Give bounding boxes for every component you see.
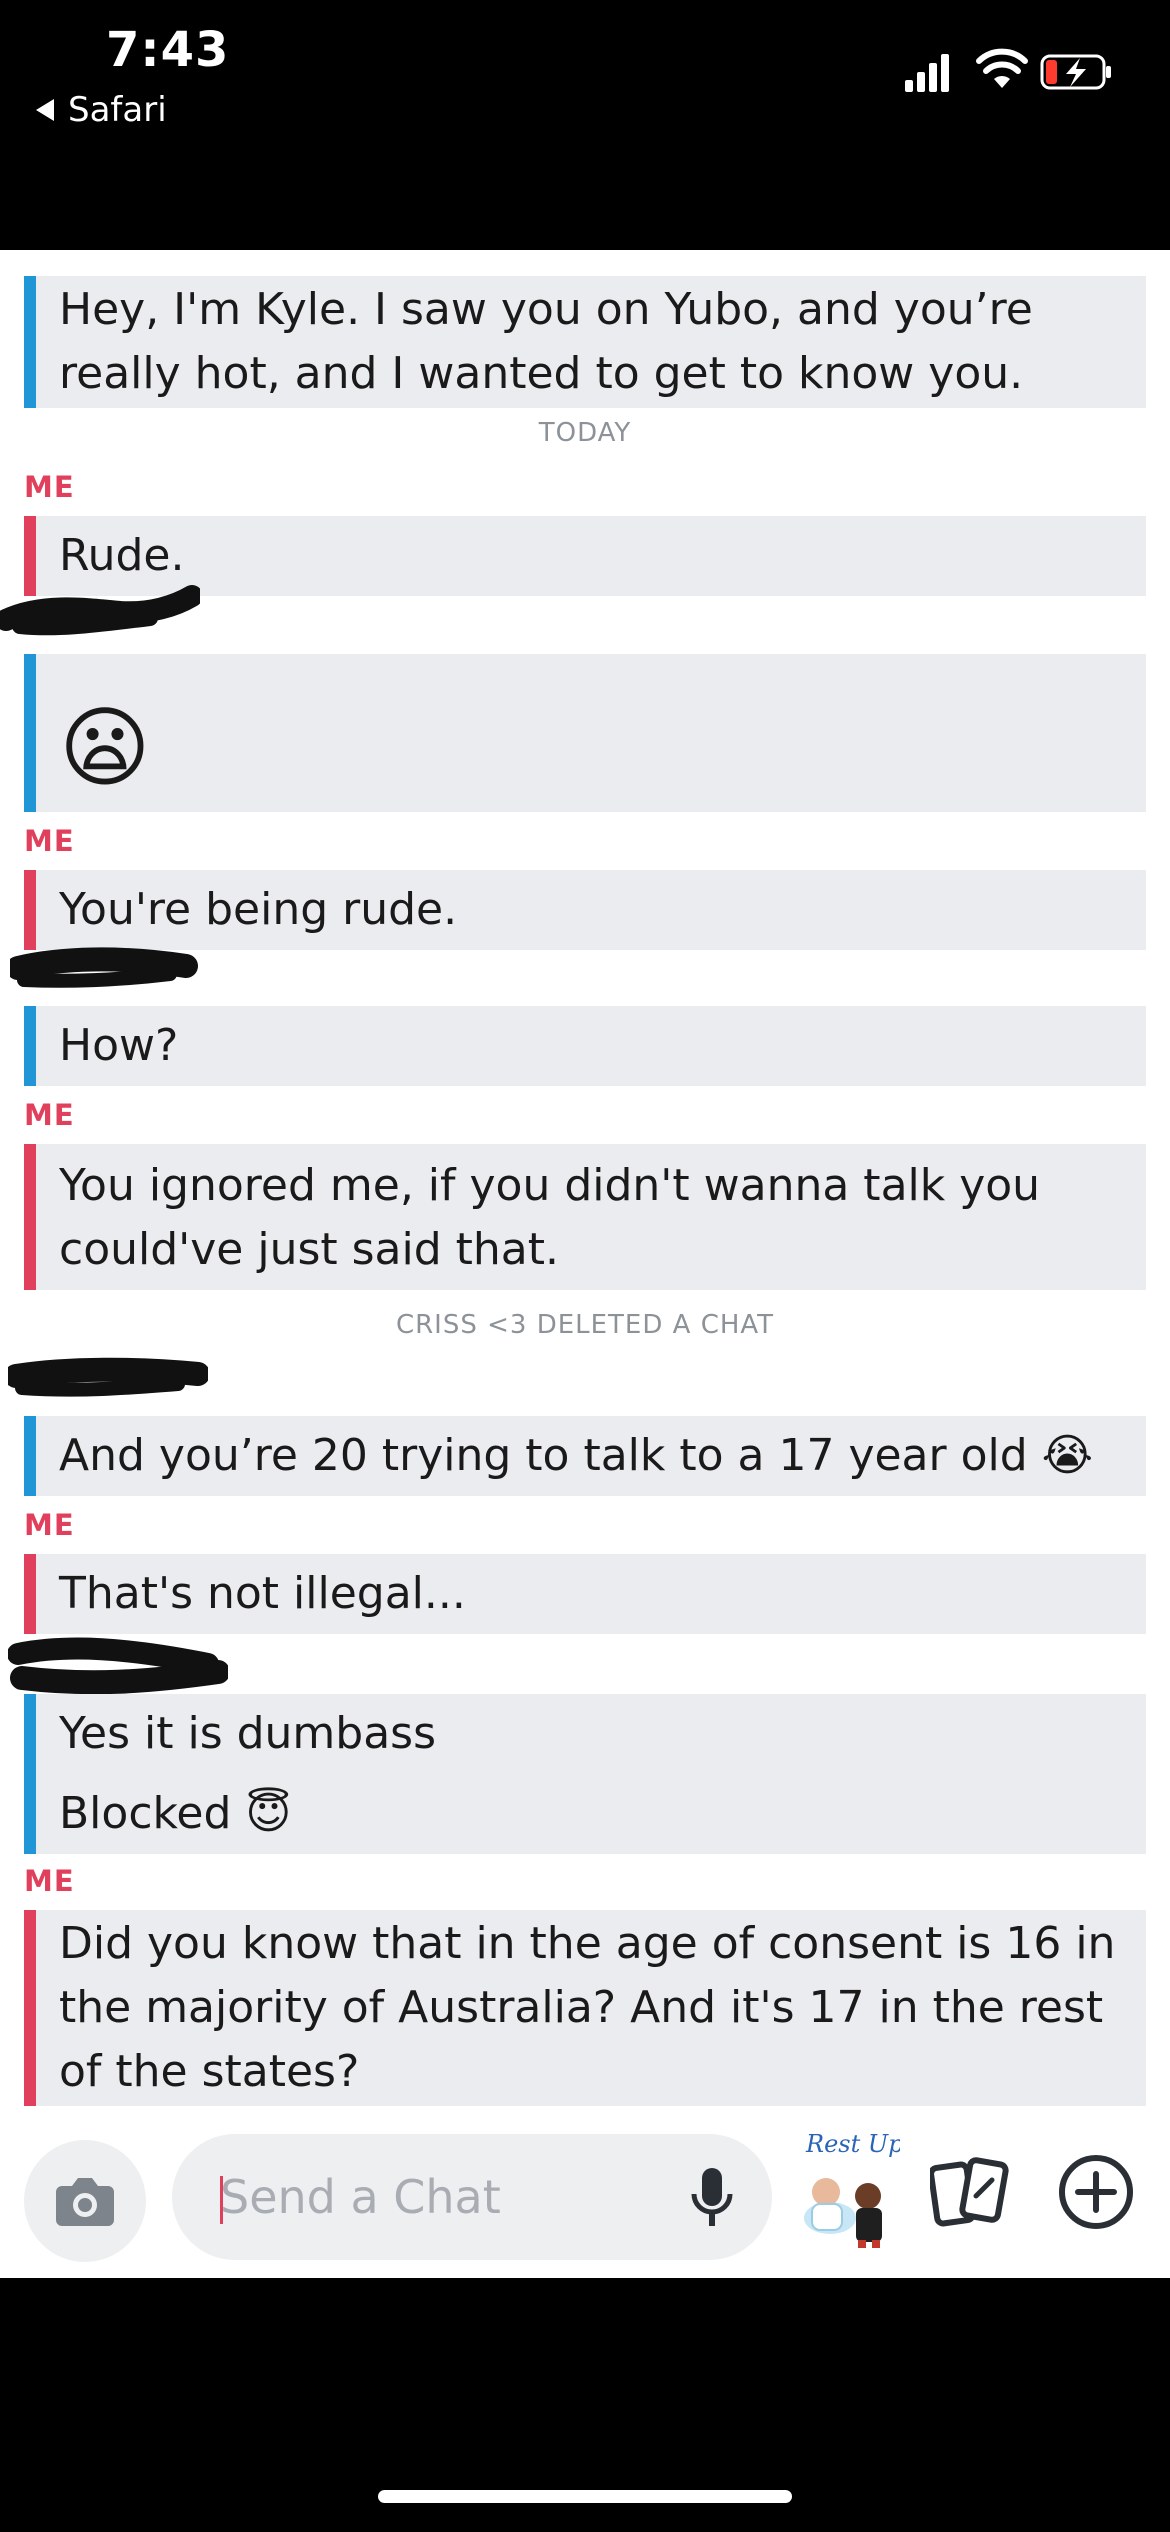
message-them: And you’re 20 trying to talk to a 17 yea… bbox=[24, 1416, 1146, 1496]
back-app-label: Safari bbox=[68, 90, 167, 130]
chat-composer-bar: Send a Chat Rest Up bbox=[0, 2106, 1170, 2278]
chat-thread[interactable]: Hey, I'm Kyle. I saw you on Yubo, and yo… bbox=[0, 250, 1170, 2106]
message-me: You're being rude. bbox=[24, 870, 1146, 950]
wifi-icon bbox=[976, 48, 1028, 88]
sender-label-me: ME bbox=[24, 1508, 75, 1542]
bitmoji-art: Rest Up bbox=[804, 2130, 903, 2248]
redacted-sender-name bbox=[0, 585, 200, 636]
redacted-sender-name bbox=[8, 1357, 208, 1397]
bitmoji-sticker[interactable]: Rest Up bbox=[800, 2126, 903, 2250]
message-them: Yes it is dumbass Blocked 😇 bbox=[24, 1694, 1146, 1854]
home-indicator[interactable] bbox=[378, 2490, 792, 2503]
deleted-chat-notice: CRISS <3 DELETED A CHAT bbox=[395, 1310, 775, 1340]
chat-input-placeholder: Send a Chat bbox=[220, 2170, 501, 2224]
message-text: Did you know that in the age of consent … bbox=[59, 1918, 1116, 2097]
battery-charging-icon bbox=[1040, 54, 1111, 90]
chat-input[interactable]: Send a Chat bbox=[172, 2134, 772, 2260]
sender-label-me: ME bbox=[24, 824, 75, 858]
message-them: Hey, I'm Kyle. I saw you on Yubo, and yo… bbox=[24, 276, 1146, 408]
plus-icon[interactable] bbox=[1056, 2152, 1136, 2232]
message-me: Did you know that in the age of consent … bbox=[24, 1910, 1146, 2106]
date-separator: TODAY bbox=[538, 418, 632, 448]
microphone-icon[interactable] bbox=[682, 2164, 742, 2232]
message-text: You ignored me, if you didn't wanna talk… bbox=[59, 1160, 1041, 1275]
message-them: 😦 bbox=[24, 654, 1146, 812]
status-bar: 7:43 Safari bbox=[0, 0, 1170, 250]
message-me: That's not illegal... bbox=[24, 1554, 1146, 1634]
message-line: Blocked 😇 bbox=[59, 1788, 292, 1839]
redacted-sender-name bbox=[10, 947, 198, 988]
cards-icon[interactable] bbox=[930, 2152, 1010, 2232]
message-text: Rude. bbox=[59, 530, 185, 581]
message-text: How? bbox=[59, 1020, 179, 1071]
signal-icon bbox=[905, 54, 949, 92]
back-arrow-icon bbox=[36, 99, 54, 121]
sender-label-me: ME bbox=[24, 1864, 75, 1898]
message-text: That's not illegal... bbox=[59, 1568, 466, 1619]
status-time: 7:43 bbox=[106, 22, 230, 78]
message-text: And you’re 20 trying to talk to a 17 yea… bbox=[59, 1430, 1094, 1481]
camera-button[interactable] bbox=[24, 2140, 146, 2262]
message-text: 😦 bbox=[59, 696, 151, 799]
sender-label-me: ME bbox=[24, 470, 75, 504]
back-to-safari-link[interactable]: Safari bbox=[36, 90, 167, 130]
message-them: How? bbox=[24, 1006, 1146, 1086]
message-me: You ignored me, if you didn't wanna talk… bbox=[24, 1144, 1146, 1290]
sender-label-me: ME bbox=[24, 1098, 75, 1132]
message-text: Hey, I'm Kyle. I saw you on Yubo, and yo… bbox=[59, 284, 1033, 399]
bitmoji-caption: Rest Up bbox=[805, 2130, 900, 2158]
message-text: You're being rude. bbox=[59, 884, 458, 935]
message-line: Yes it is dumbass bbox=[59, 1708, 437, 1759]
camera-icon bbox=[56, 2178, 114, 2226]
